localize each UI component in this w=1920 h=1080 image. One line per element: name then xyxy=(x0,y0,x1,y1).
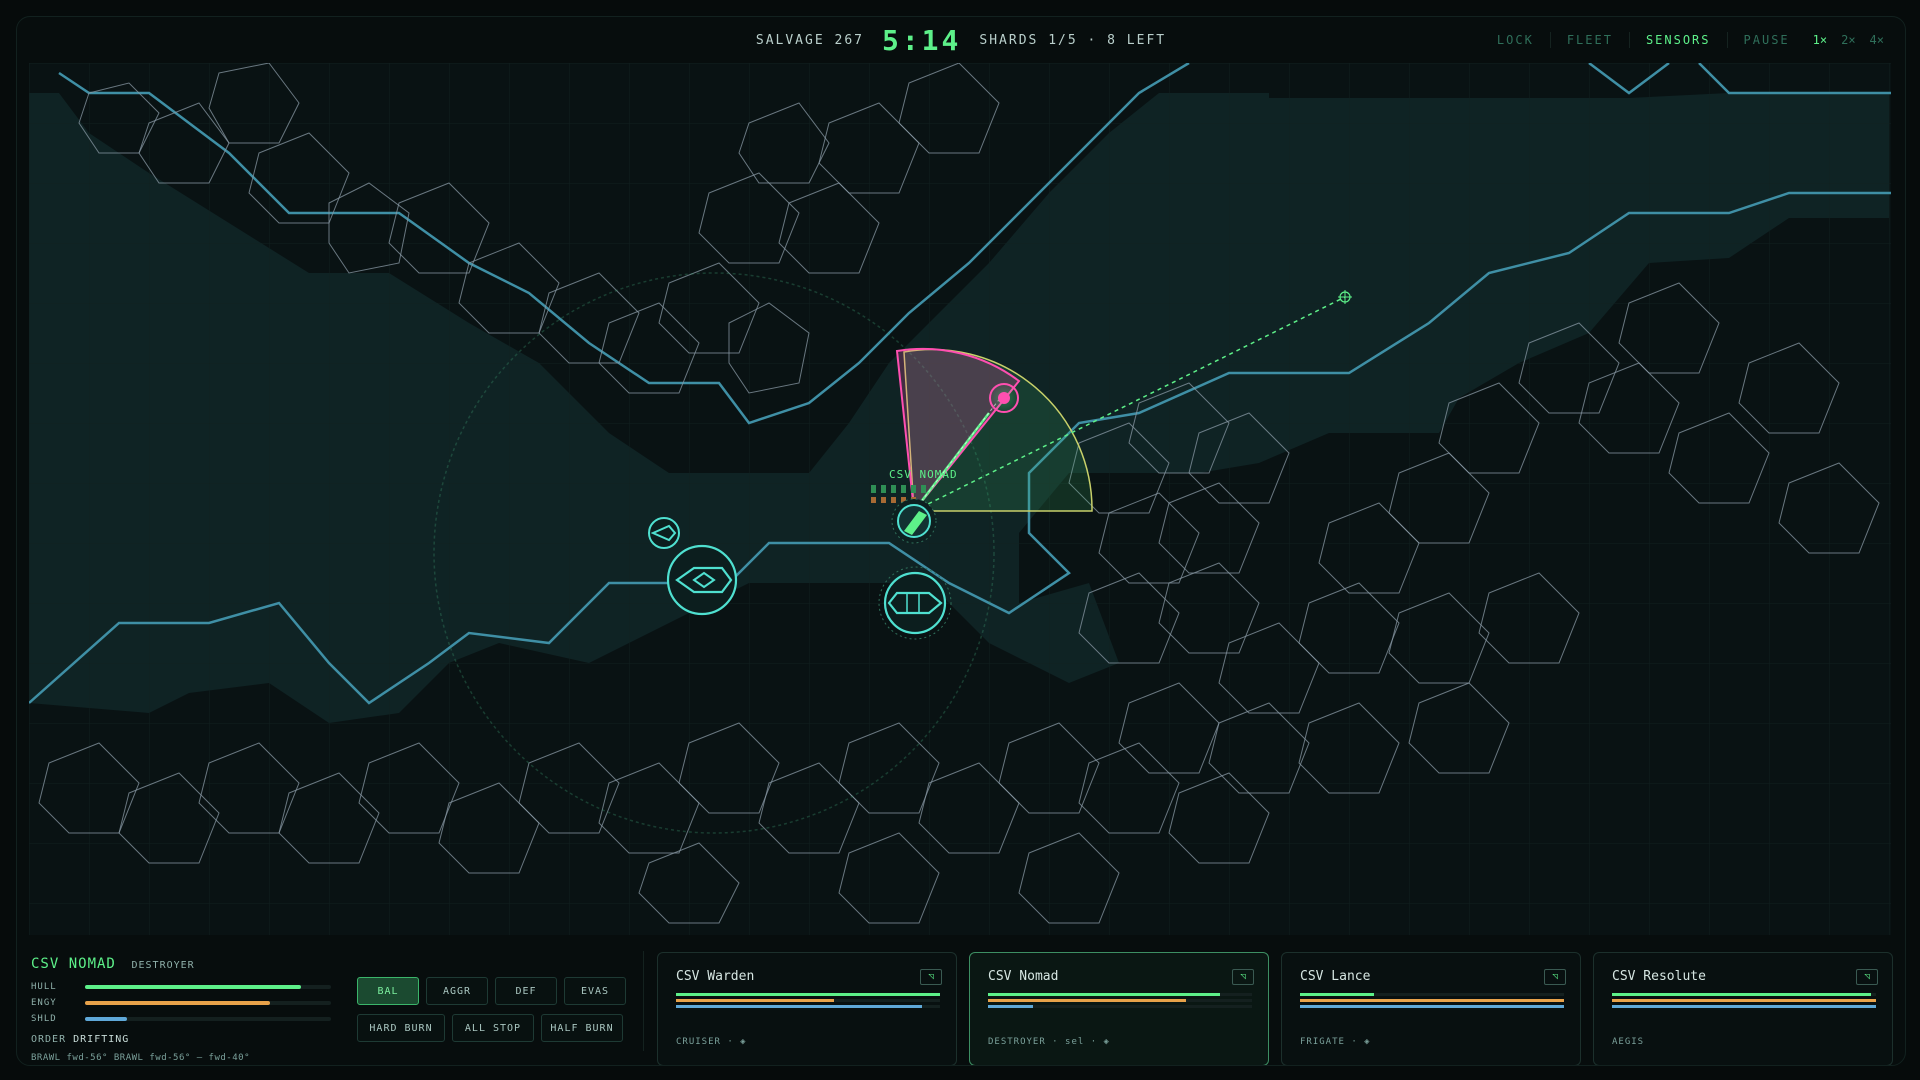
selected-ship-class: DESTROYER xyxy=(131,960,195,971)
panel-divider xyxy=(643,951,644,1051)
fleet-card-name: CSV Resolute xyxy=(1612,969,1706,984)
order-label: ORDER xyxy=(31,1034,67,1045)
energy-bar xyxy=(1300,999,1564,1002)
order-value: DRIFTING xyxy=(73,1034,130,1045)
shield-bar xyxy=(1300,1005,1564,1008)
stance-evas-button[interactable]: EVAS xyxy=(564,977,626,1005)
energy-bar xyxy=(85,1001,270,1005)
hull-bar xyxy=(988,993,1221,996)
speed-4x-button[interactable]: 4× xyxy=(1863,33,1891,47)
energy-bar xyxy=(676,999,835,1002)
fleet-card-bars xyxy=(1612,993,1876,1011)
fleet-card-class: DESTROYER · sel · ◈ xyxy=(988,1037,1110,1047)
hull-bar xyxy=(1612,993,1871,996)
fleet-card-bars xyxy=(1300,993,1564,1011)
shards-counter: SHARDS 1/5 · 8 LEFT xyxy=(979,32,1167,48)
shield-bar xyxy=(676,1005,922,1008)
energy-label: ENGY xyxy=(31,998,57,1008)
focus-icon[interactable]: ◹ xyxy=(1544,969,1566,985)
order-status: ORDER DRIFTING xyxy=(31,1034,341,1045)
top-controls: LOCK FLEET SENSORS PAUSE 1× 2× 4× xyxy=(1481,17,1891,63)
fleet-card-lance[interactable]: CSV Lance ◹ FRIGATE · ◈ xyxy=(1281,952,1581,1065)
speed-2x-button[interactable]: 2× xyxy=(1834,33,1862,47)
fleet-card-name: CSV Warden xyxy=(676,969,755,984)
bottom-panel: CSV NOMAD DESTROYER HULL ENGY SHLD ORDER… xyxy=(17,935,1905,1065)
game-frame: SALVAGE 267 5:14 SHARDS 1/5 · 8 LEFT LOC… xyxy=(16,16,1906,1066)
fleet-card-warden[interactable]: CSV Warden ◹ CRUISER · ◈ xyxy=(657,952,957,1065)
focus-icon[interactable]: ◹ xyxy=(1232,969,1254,985)
pause-button[interactable]: PAUSE xyxy=(1726,32,1806,48)
energy-stat: ENGY xyxy=(31,998,341,1008)
stance-aggr-button[interactable]: AGGR xyxy=(426,977,488,1005)
speed-1x-button[interactable]: 1× xyxy=(1806,33,1834,47)
fleet-card-class: AEGIS xyxy=(1612,1037,1645,1047)
lock-button[interactable]: LOCK xyxy=(1481,32,1550,48)
selected-ship-name: CSV NOMAD xyxy=(31,956,116,972)
weapons-summary: BRAWL fwd-56° BRAWL fwd-56° — fwd-40° xyxy=(31,1053,250,1063)
shield-bar xyxy=(1612,1005,1876,1008)
shield-bar xyxy=(85,1017,127,1021)
focus-icon[interactable]: ◹ xyxy=(1856,969,1878,985)
mission-timer: 5:14 xyxy=(881,23,962,57)
fleet-card-class: CRUISER · ◈ xyxy=(676,1037,747,1047)
hull-stat: HULL xyxy=(31,982,341,992)
tactical-map[interactable]: CSV NOMAD xyxy=(29,63,1891,935)
shield-stat: SHLD xyxy=(31,1014,341,1024)
shield-label: SHLD xyxy=(31,1014,57,1024)
hull-bar xyxy=(676,993,940,996)
shield-bar xyxy=(988,1005,1033,1008)
focus-icon[interactable]: ◹ xyxy=(920,969,942,985)
resolute-ship-icon[interactable] xyxy=(666,544,738,616)
hard-burn-button[interactable]: HARD BURN xyxy=(357,1014,445,1042)
selected-ship-panel: CSV NOMAD DESTROYER HULL ENGY SHLD ORDER… xyxy=(31,953,341,1063)
enemy-ship-icon[interactable] xyxy=(988,382,1020,414)
fleet-card-resolute[interactable]: CSV Resolute ◹ AEGIS xyxy=(1593,952,1893,1065)
stance-controls: BAL AGGR DEF EVAS HARD BURN ALL STOP HAL… xyxy=(357,977,627,1051)
hull-bar xyxy=(85,985,302,989)
energy-bar xyxy=(1612,999,1876,1002)
fleet-card-class: FRIGATE · ◈ xyxy=(1300,1037,1371,1047)
fleet-button[interactable]: FLEET xyxy=(1549,32,1629,48)
half-burn-button[interactable]: HALF BURN xyxy=(541,1014,623,1042)
all-stop-button[interactable]: ALL STOP xyxy=(452,1014,534,1042)
fleet-card-bars xyxy=(988,993,1252,1011)
stance-bal-button[interactable]: BAL xyxy=(357,977,419,1005)
fleet-card-name: CSV Lance xyxy=(1300,969,1371,984)
lance-ship-icon[interactable] xyxy=(648,517,680,549)
ship-map-label: CSV NOMAD xyxy=(889,468,958,481)
hull-label: HULL xyxy=(31,982,57,992)
sensors-button[interactable]: SENSORS xyxy=(1628,32,1727,48)
top-bar: SALVAGE 267 5:14 SHARDS 1/5 · 8 LEFT LOC… xyxy=(17,17,1905,63)
stance-def-button[interactable]: DEF xyxy=(495,977,557,1005)
hull-bar xyxy=(1300,993,1374,996)
salvage-counter: SALVAGE 267 xyxy=(755,32,864,48)
fleet-card-nomad[interactable]: CSV Nomad ◹ DESTROYER · sel · ◈ xyxy=(969,952,1269,1065)
fleet-card-bars xyxy=(676,993,940,1011)
energy-bar xyxy=(988,999,1186,1002)
nomad-ship-icon[interactable] xyxy=(891,498,937,544)
map-canvas[interactable]: CSV NOMAD xyxy=(29,63,1891,935)
fleet-card-name: CSV Nomad xyxy=(988,969,1059,984)
